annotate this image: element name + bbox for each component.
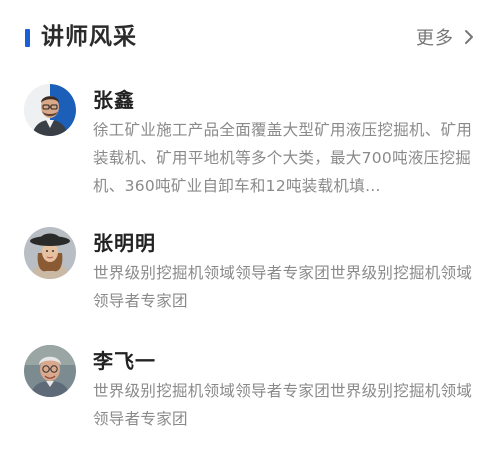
instructor-panel: 讲师风采 更多 张鑫 徐工矿业施工产品全面覆盖大型矿用液压挖掘机、矿用装载机、矿… xyxy=(0,0,500,465)
instructor-name: 张明明 xyxy=(93,231,156,255)
woman-with-hat-icon xyxy=(24,227,76,279)
chevron-right-icon xyxy=(460,28,478,46)
older-man-icon xyxy=(24,345,76,397)
avatar xyxy=(24,345,76,397)
instructor-item[interactable]: 张鑫 徐工矿业施工产品全面覆盖大型矿用液压挖掘机、矿用装载机、矿用平地机等多个大… xyxy=(0,84,500,204)
avatar xyxy=(24,84,76,136)
section-header: 讲师风采 更多 xyxy=(0,18,500,58)
instructor-desc: 世界级别挖掘机领域领导者专家团世界级别挖掘机领域领导者专家团 xyxy=(93,382,473,428)
instructor-item[interactable]: 李飞一 世界级别挖掘机领域领导者专家团世界级别挖掘机领域领导者专家团 xyxy=(0,345,500,435)
section-title: 讲师风采 xyxy=(41,24,137,50)
man-with-glasses-icon xyxy=(24,84,76,136)
title-accent-bar xyxy=(25,29,30,47)
more-label: 更多 xyxy=(416,28,454,49)
avatar xyxy=(24,227,76,279)
instructor-name: 张鑫 xyxy=(93,88,135,112)
more-link[interactable]: 更多 xyxy=(416,22,478,52)
instructor-name: 李飞一 xyxy=(93,349,156,373)
instructor-desc: 徐工矿业施工产品全面覆盖大型矿用液压挖掘机、矿用装载机、矿用平地机等多个大类，最… xyxy=(93,121,473,195)
instructor-item[interactable]: 张明明 世界级别挖掘机领域领导者专家团世界级别挖掘机领域领导者专家团 xyxy=(0,227,500,317)
instructor-desc: 世界级别挖掘机领域领导者专家团世界级别挖掘机领域领导者专家团 xyxy=(93,264,473,310)
